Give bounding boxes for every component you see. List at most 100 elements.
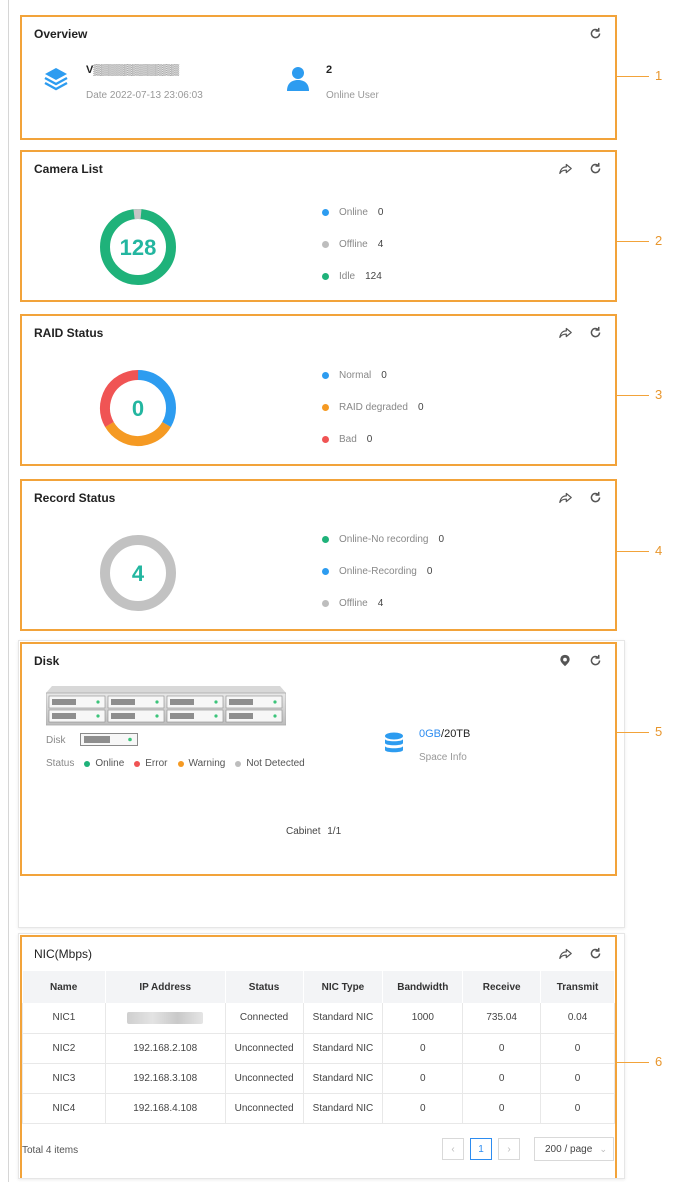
column-header-receive[interactable]: Receive (462, 971, 542, 1003)
table-row[interactable]: NIC4 192.168.4.108 Unconnected Standard … (22, 1093, 615, 1124)
status-dot-error (134, 760, 141, 767)
camera-legend: Online 0 Offline 4 Idle 124 (322, 204, 383, 284)
cell-status: Unconnected (225, 1033, 304, 1064)
legend-dot (322, 435, 329, 443)
callout-line-1 (617, 76, 649, 77)
legend-dot (322, 567, 329, 575)
camera-total: 128 (120, 235, 157, 260)
legend-item-offline: Offline 4 (322, 595, 444, 611)
disk-label: Disk (46, 735, 66, 746)
cell-transmit: 0 (540, 1063, 615, 1094)
total-items-text: Total 4 items (22, 1145, 79, 1156)
refresh-icon[interactable] (587, 25, 603, 41)
share-icon[interactable] (557, 489, 573, 505)
legend-item-online: Online 0 (322, 204, 383, 220)
status-online-label: Online (95, 758, 125, 769)
legend-count: 124 (365, 270, 382, 282)
space-total: /20TB (441, 728, 471, 740)
callout-line-4 (617, 551, 649, 552)
legend-count: 0 (381, 369, 387, 381)
overview-title: Overview (34, 27, 88, 41)
cell-receive: 735.04 (462, 1003, 542, 1034)
status-warning-label: Warning (188, 758, 226, 769)
legend-label: Idle (339, 270, 356, 282)
callout-number-1: 1 (655, 68, 663, 83)
column-header-nic-type[interactable]: NIC Type (303, 971, 384, 1003)
cabinet-value: 1/1 (327, 826, 342, 837)
callout-number-3: 3 (655, 387, 663, 402)
raid-legend: Normal 0 RAID degraded 0 Bad 0 (322, 367, 424, 447)
table-row[interactable]: NIC3 192.168.3.108 Unconnected Standard … (22, 1063, 615, 1094)
table-row[interactable]: NIC1 Connected Standard NIC 1000 735.04 … (22, 1003, 615, 1034)
record-donut-chart: 4 (100, 535, 176, 611)
cell-nic-type: Standard NIC (303, 1033, 384, 1064)
legend-dot (322, 403, 329, 411)
cell-bandwidth: 0 (382, 1063, 464, 1094)
legend-dot (322, 599, 329, 607)
online-user-label: Online User (326, 90, 379, 101)
status-not-detected-label: Not Detected (246, 758, 305, 769)
legend-count: 0 (426, 565, 433, 577)
callout-line-3 (617, 395, 649, 396)
legend-label: Online-No recording (339, 533, 429, 545)
callout-number-5: 5 (655, 724, 663, 739)
legend-count: 0 (438, 533, 445, 545)
disk-cabinet-image (46, 686, 286, 726)
disk-card: Disk Disk Status Online Error Warning No… (20, 642, 617, 876)
raid-status-card: RAID Status 0 Normal 0 RAID degraded 0 B… (20, 314, 617, 466)
table-header-row: Name IP Address Status NIC Type Bandwidt… (22, 971, 615, 1003)
column-header-name[interactable]: Name (22, 971, 106, 1003)
callout-line-5 (617, 732, 649, 733)
disk-status-legend: Status Online Error Warning Not Detected (46, 758, 305, 769)
cell-nic-type: Standard NIC (303, 1063, 384, 1094)
legend-count: 4 (377, 238, 384, 250)
column-header-bandwidth[interactable]: Bandwidth (382, 971, 464, 1003)
next-page-button[interactable]: › (498, 1138, 520, 1160)
cell-bandwidth: 0 (382, 1033, 464, 1064)
column-header-transmit[interactable]: Transmit (540, 971, 615, 1003)
cell-ip-address: 192.168.2.108 (105, 1033, 226, 1064)
raid-status-title: RAID Status (34, 326, 104, 340)
legend-dot (322, 272, 329, 280)
page-number-button[interactable]: 1 (470, 1138, 492, 1160)
cell-name: NIC4 (22, 1093, 106, 1124)
cell-receive: 0 (462, 1033, 542, 1064)
legend-label: Bad (339, 433, 357, 445)
cabinet-indicator: Cabinet 1/1 (286, 826, 341, 837)
layers-icon (42, 65, 70, 93)
share-icon[interactable] (557, 945, 573, 961)
page-size-select[interactable]: 200 / page ⌄ (534, 1137, 614, 1161)
legend-label: Normal (339, 369, 372, 381)
refresh-icon[interactable] (587, 324, 603, 340)
disk-slot-icon (80, 733, 138, 746)
record-legend: Online-No recording 0 Online-Recording 0… (322, 531, 444, 611)
prev-page-button[interactable]: ‹ (442, 1138, 464, 1160)
cell-nic-type: Standard NIC (303, 1093, 384, 1124)
share-icon[interactable] (557, 160, 573, 176)
space-used: 0GB (419, 728, 442, 740)
record-status-title: Record Status (34, 491, 116, 505)
refresh-icon[interactable] (587, 945, 603, 961)
cell-transmit: 0 (540, 1033, 615, 1064)
legend-count: 4 (377, 597, 384, 609)
legend-label: Offline (339, 597, 368, 609)
legend-dot (322, 208, 329, 216)
redacted-ip (127, 1011, 204, 1024)
legend-count: 0 (417, 401, 424, 413)
column-header-status[interactable]: Status (225, 971, 304, 1003)
callout-number-2: 2 (655, 233, 663, 248)
record-total: 4 (132, 561, 145, 586)
cell-nic-type: Standard NIC (303, 1003, 384, 1034)
share-icon[interactable] (557, 324, 573, 340)
refresh-icon[interactable] (587, 489, 603, 505)
table-row[interactable]: NIC2 192.168.2.108 Unconnected Standard … (22, 1033, 615, 1064)
refresh-icon[interactable] (587, 160, 603, 176)
location-pin-icon[interactable] (557, 652, 573, 668)
camera-list-title: Camera List (34, 162, 103, 176)
cell-name: NIC2 (22, 1033, 106, 1064)
column-header-ip-address[interactable]: IP Address (105, 971, 226, 1003)
legend-item-raid-degraded: RAID degraded 0 (322, 399, 424, 415)
user-icon (286, 65, 310, 93)
refresh-icon[interactable] (587, 652, 603, 668)
cell-bandwidth: 1000 (382, 1003, 464, 1034)
